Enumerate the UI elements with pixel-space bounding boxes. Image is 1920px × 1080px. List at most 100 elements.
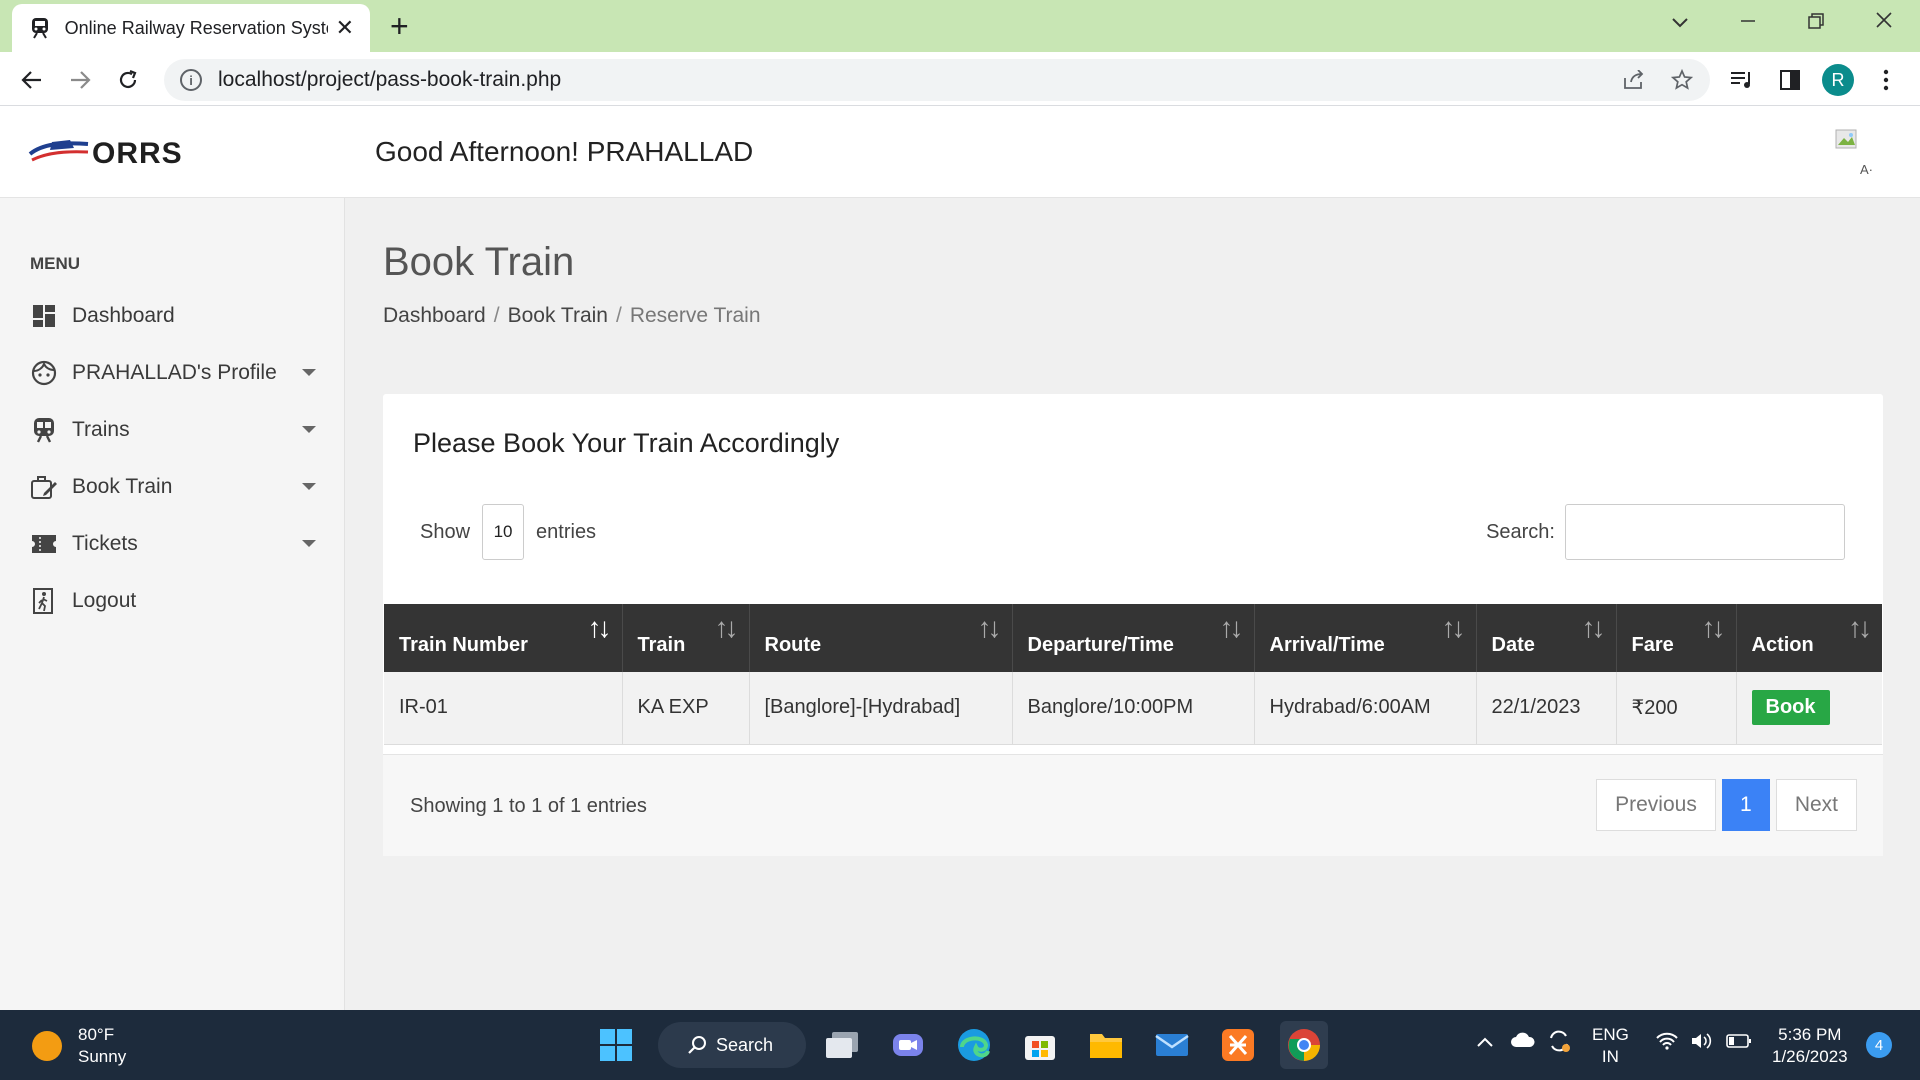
share-icon[interactable] <box>1614 59 1654 101</box>
restore-icon[interactable] <box>1796 6 1836 38</box>
browser-tab[interactable]: Online Railway Reservation System ✕ <box>12 4 370 52</box>
start-button[interactable] <box>592 1021 640 1069</box>
battery-icon[interactable] <box>1726 1033 1752 1055</box>
user-avatar[interactable]: A· <box>1834 128 1874 178</box>
windows-logo-icon <box>600 1029 632 1061</box>
sort-icon: ↑↓ <box>714 612 739 643</box>
taskbar-search[interactable]: Search <box>658 1022 806 1068</box>
breadcrumb-dashboard-link[interactable]: Dashboard <box>383 304 486 328</box>
cell-train-number: IR-01 <box>384 672 623 745</box>
taskbar-search-label: Search <box>716 1034 774 1055</box>
close-window-icon[interactable] <box>1864 6 1904 38</box>
previous-page-button[interactable]: Previous <box>1596 779 1716 831</box>
clock[interactable]: 5:36 PM 1/26/2023 <box>1772 1024 1848 1068</box>
book-train-icon <box>30 473 58 501</box>
entries-select[interactable]: 10 <box>482 504 525 560</box>
language-indicator[interactable]: ENG IN <box>1592 1024 1629 1068</box>
sidebar-item-dashboard[interactable]: Dashboard <box>30 296 320 336</box>
tab-search-chevron-icon[interactable] <box>1660 6 1700 38</box>
search-input[interactable] <box>1565 504 1845 560</box>
weather-temperature: 80°F <box>78 1025 115 1044</box>
teams-chat-icon[interactable] <box>884 1021 932 1069</box>
breadcrumb-book-train-link[interactable]: Book Train <box>508 304 608 328</box>
side-panel-icon[interactable] <box>1772 62 1808 98</box>
sort-icon: ↑↓ <box>1441 612 1466 643</box>
next-page-button[interactable]: Next <box>1775 779 1857 831</box>
pagination: Previous 1 Next <box>1596 779 1857 831</box>
sidebar-item-tickets[interactable]: Tickets <box>30 524 320 564</box>
notification-badge[interactable]: 4 <box>1866 1032 1892 1058</box>
page-1-button[interactable]: 1 <box>1721 779 1770 831</box>
breadcrumb-separator: / <box>615 304 622 327</box>
site-logo[interactable]: ORRS <box>28 134 183 173</box>
microsoft-store-icon[interactable] <box>1016 1021 1064 1069</box>
task-view-icon[interactable] <box>818 1021 866 1069</box>
bookmark-star-icon[interactable] <box>1662 59 1702 101</box>
minimize-icon[interactable] <box>1728 6 1768 38</box>
sort-icon: ↑↓ <box>1581 612 1606 643</box>
tab-close-icon[interactable]: ✕ <box>336 15 354 41</box>
column-header-fare[interactable]: Fare ↑↓ <box>1616 604 1737 672</box>
column-header-departure[interactable]: Departure/Time ↑↓ <box>1012 604 1255 672</box>
train-favicon-icon <box>30 17 51 39</box>
sidebar-item-book-train[interactable]: Book Train <box>30 467 320 507</box>
sidebar-item-logout[interactable]: Logout <box>30 581 320 621</box>
sidebar-item-label: Trains <box>72 418 130 441</box>
sidebar-item-label: Book Train <box>72 475 173 498</box>
weather-widget[interactable]: 80°F Sunny <box>32 1024 126 1068</box>
column-header-action[interactable]: Action ↑↓ <box>1736 604 1882 672</box>
card-title: Please Book Your Train Accordingly <box>413 428 840 458</box>
column-header-train-number[interactable]: Train Number ↑↓ <box>384 604 623 672</box>
entries-label: entries <box>536 520 597 543</box>
xampp-icon[interactable] <box>1214 1021 1262 1069</box>
column-header-arrival[interactable]: Arrival/Time ↑↓ <box>1254 604 1477 672</box>
browser-toolbar: i localhost/project/pass-book-train.php … <box>0 52 1920 106</box>
sidebar-item-label: Dashboard <box>72 304 175 327</box>
chevron-down-icon <box>302 483 316 490</box>
table-search-control: Search: <box>1486 504 1845 560</box>
column-header-date[interactable]: Date ↑↓ <box>1476 604 1617 672</box>
profile-avatar[interactable]: R <box>1820 62 1856 98</box>
app-header: ORRS Good Afternoon! PRAHALLAD A· <box>0 106 1920 198</box>
sync-icon[interactable] <box>1546 1028 1572 1060</box>
breadcrumb-current: Reserve Train <box>629 304 761 327</box>
volume-icon[interactable] <box>1690 1032 1712 1056</box>
ticket-icon <box>30 530 58 558</box>
search-label: Search: <box>1486 520 1555 543</box>
reload-icon[interactable] <box>110 62 146 98</box>
wifi-icon[interactable] <box>1656 1032 1678 1056</box>
file-explorer-icon[interactable] <box>1082 1021 1130 1069</box>
sidebar-item-trains[interactable]: Trains <box>30 410 320 450</box>
tab-title: Online Railway Reservation System <box>64 17 328 38</box>
table-header-row: Train Number ↑↓ Train ↑↓ Route ↑↓ Departure… <box>384 604 1882 672</box>
show-hidden-icons-chevron-icon[interactable] <box>1476 1032 1494 1054</box>
mail-icon[interactable] <box>1148 1021 1196 1069</box>
showing-entries-text: Showing 1 to 1 of 1 entries <box>410 795 647 817</box>
table-row: IR-01 KA EXP [Banglore]-[Hydrabad] Bangl… <box>384 672 1882 745</box>
media-queue-icon[interactable] <box>1724 62 1760 98</box>
chrome-icon[interactable] <box>1280 1021 1328 1069</box>
new-tab-button[interactable]: + <box>390 8 409 44</box>
book-button[interactable]: Book <box>1751 690 1830 726</box>
sort-icon: ↑↓ <box>1701 612 1726 643</box>
greeting-text: Good Afternoon! PRAHALLAD <box>375 136 754 167</box>
language-top: ENG <box>1592 1025 1629 1044</box>
train-logo-icon <box>28 134 90 173</box>
user-image-alt-text: A· <box>1860 162 1873 177</box>
site-info-icon[interactable]: i <box>180 69 202 91</box>
forward-arrow-icon[interactable] <box>62 62 98 98</box>
back-arrow-icon[interactable] <box>14 62 50 98</box>
sun-icon <box>32 1031 62 1061</box>
address-bar[interactable]: i localhost/project/pass-book-train.php <box>164 59 1710 101</box>
onedrive-cloud-icon[interactable] <box>1510 1032 1536 1054</box>
cell-train: KA EXP <box>622 672 750 745</box>
sort-icon: ↑↓ <box>977 612 1002 643</box>
browser-menu-icon[interactable] <box>1868 62 1904 98</box>
show-label: Show <box>420 520 471 543</box>
trains-table: Train Number ↑↓ Train ↑↓ Route ↑↓ Departure… <box>384 604 1882 745</box>
edge-browser-icon[interactable] <box>950 1021 998 1069</box>
sidebar-item-profile[interactable]: PRAHALLAD's Profile <box>30 353 320 393</box>
column-header-train[interactable]: Train ↑↓ <box>622 604 750 672</box>
column-header-route[interactable]: Route ↑↓ <box>749 604 1013 672</box>
weather-condition: Sunny <box>78 1047 127 1066</box>
